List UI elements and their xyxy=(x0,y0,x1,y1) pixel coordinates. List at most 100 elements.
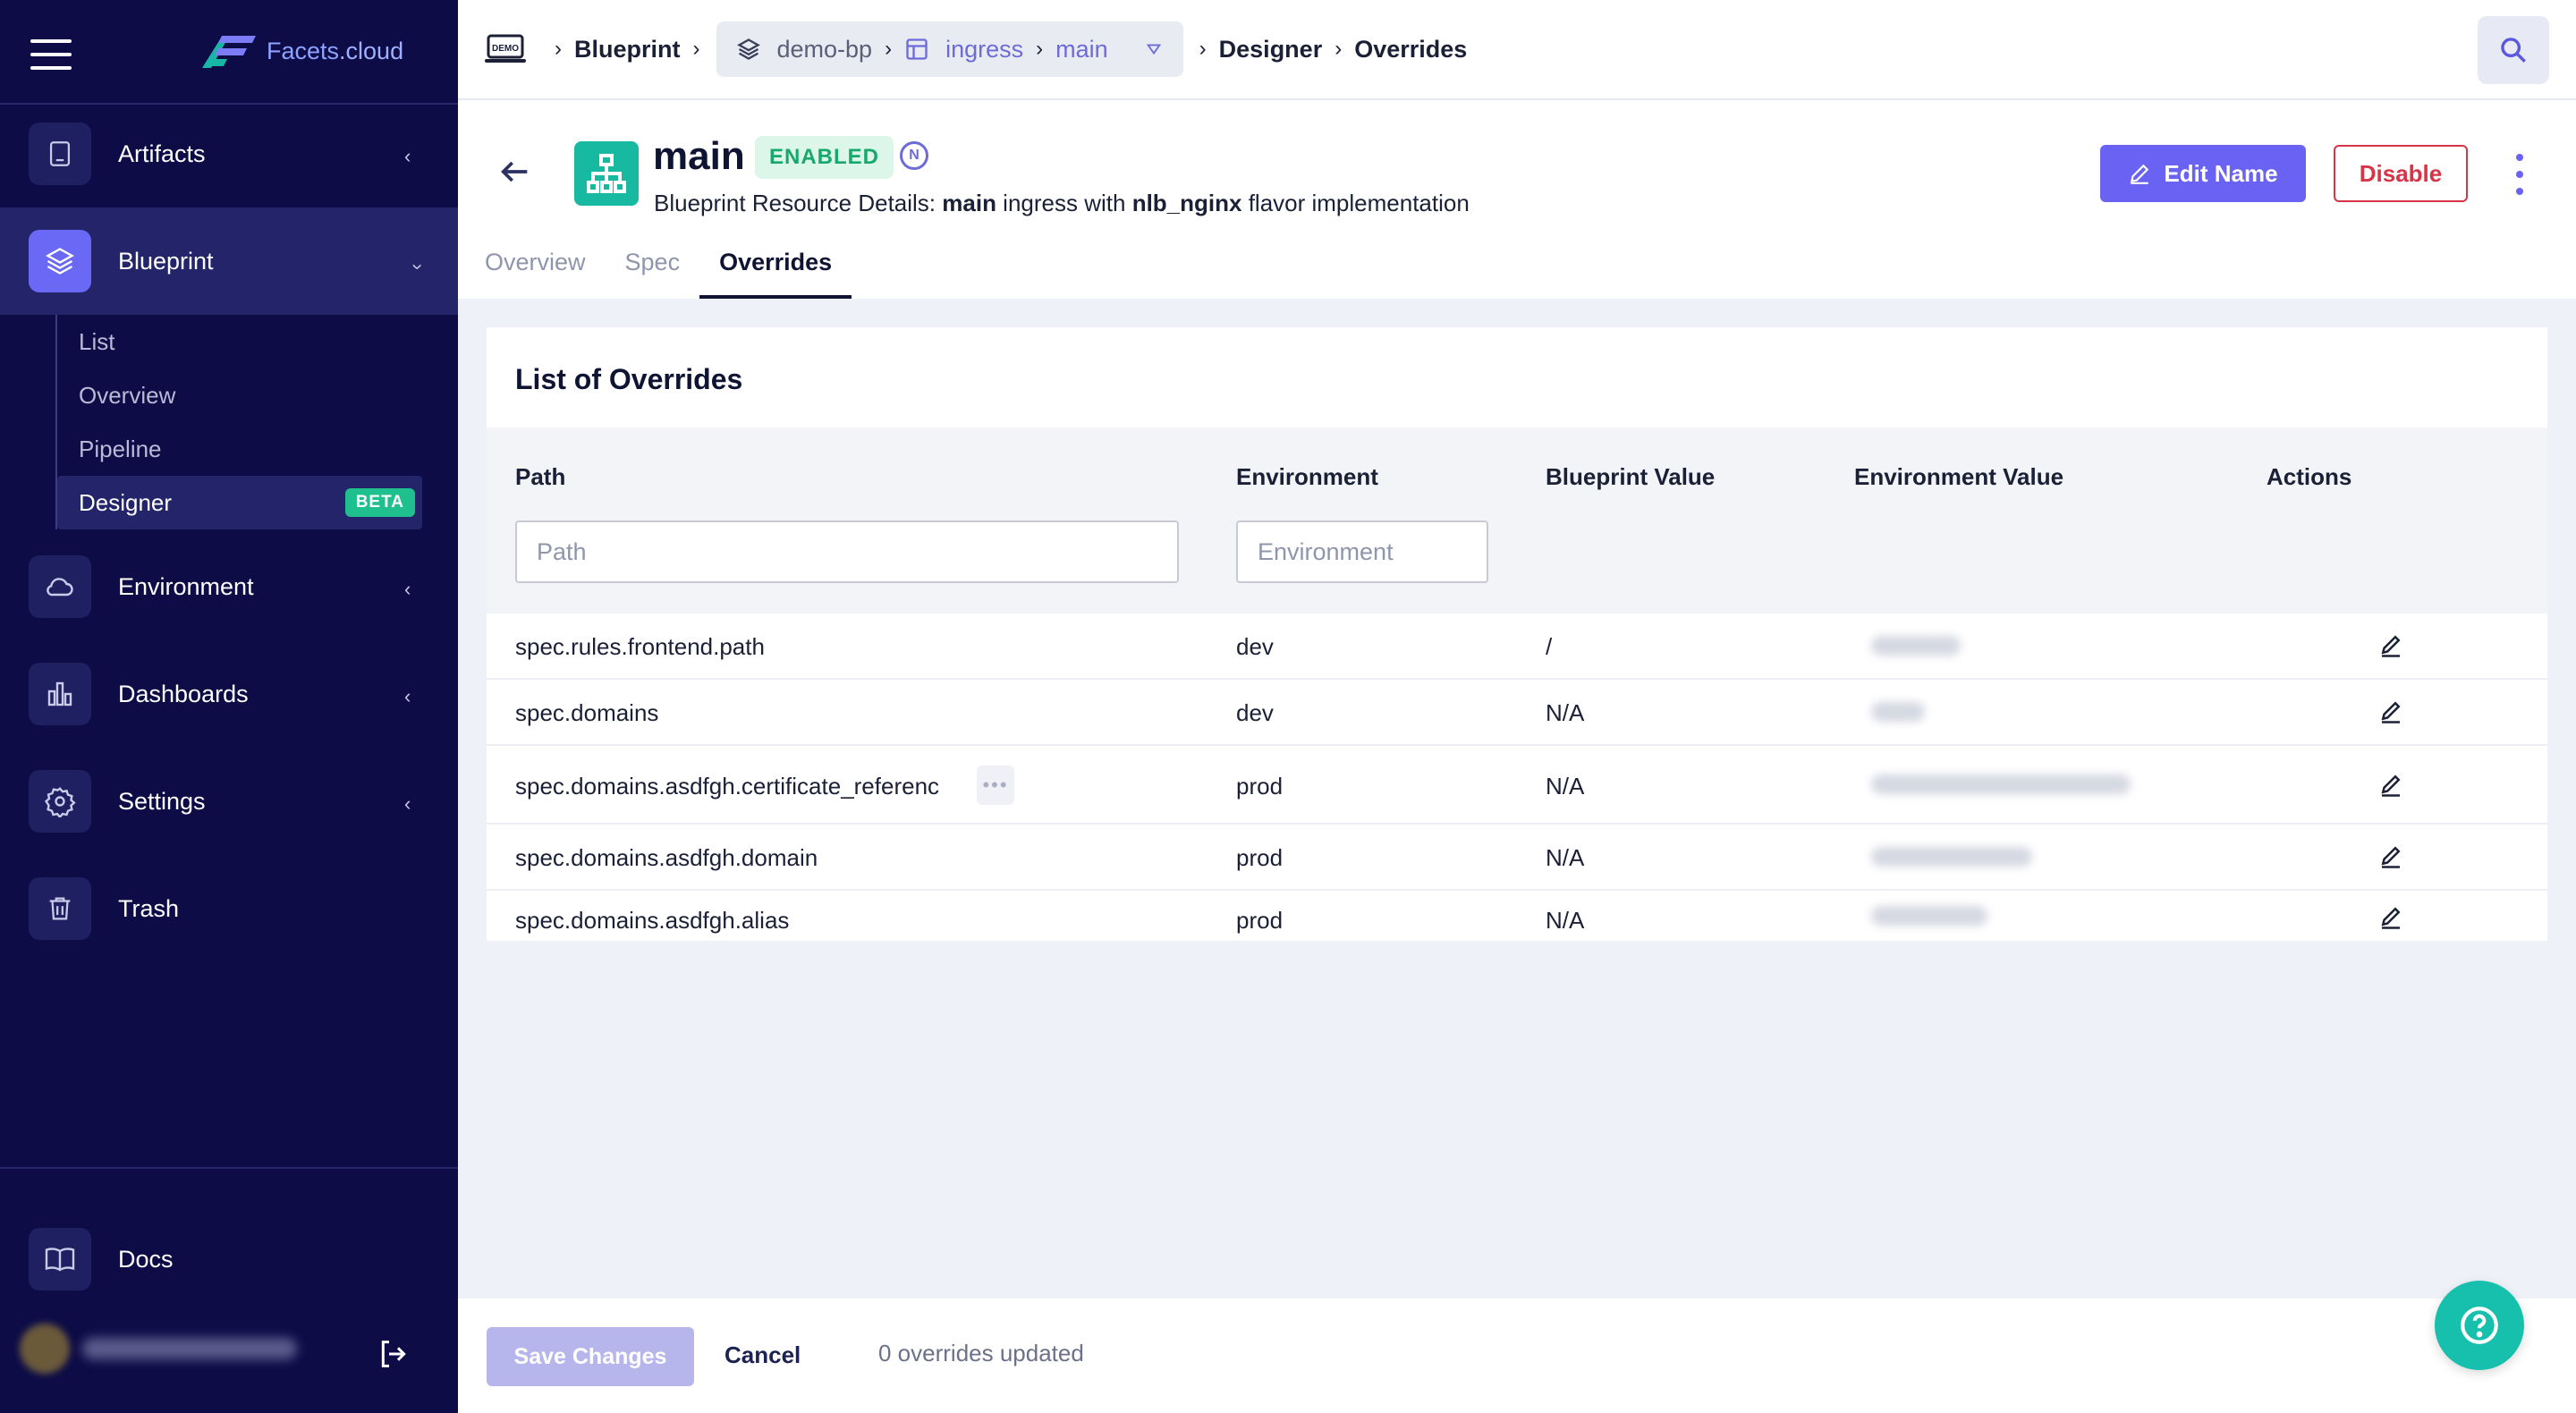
table-row: spec.domains dev N/A xyxy=(487,680,2547,746)
cell-path: spec.domains.asdfgh.alias xyxy=(515,907,790,934)
cell-environment: prod xyxy=(1236,844,1284,871)
card-title: List of Overrides xyxy=(515,363,743,395)
sidebar-item-label: Trash xyxy=(118,894,180,922)
environment-filter-input[interactable] xyxy=(1236,520,1488,583)
cell-environment-value-redacted xyxy=(1810,891,2143,941)
breadcrumb: DEMO › Blueprint › demo-bp › ingress › m… xyxy=(485,21,1468,77)
chevron-right-icon: › xyxy=(885,37,893,61)
avatar xyxy=(20,1324,70,1374)
subnav-item-designer[interactable]: Designer BETA xyxy=(57,476,422,529)
logout-icon[interactable] xyxy=(376,1336,411,1372)
search-icon xyxy=(2501,38,2526,63)
breadcrumb-blueprint[interactable]: Blueprint xyxy=(574,36,681,63)
save-changes-button[interactable]: Save Changes xyxy=(487,1327,694,1386)
tab-overrides[interactable]: Overrides xyxy=(699,243,852,299)
sidebar-item-label: Docs xyxy=(118,1245,174,1273)
edit-name-button[interactable]: Edit Name xyxy=(2100,145,2306,202)
sidebar-header: Facets.cloud xyxy=(0,0,458,105)
cancel-button[interactable]: Cancel xyxy=(724,1341,801,1369)
user-profile[interactable] xyxy=(20,1324,297,1374)
cloud-icon xyxy=(29,555,91,618)
cell-path: spec.rules.frontend.path xyxy=(515,633,765,660)
subnav-item-list[interactable]: List xyxy=(57,315,422,368)
trash-icon xyxy=(29,877,91,940)
menu-icon[interactable] xyxy=(30,39,72,70)
chevron-left-icon: ‹ xyxy=(404,792,411,815)
edit-icon[interactable] xyxy=(2377,698,2404,724)
edit-icon[interactable] xyxy=(2377,771,2404,798)
cell-blueprint-value: N/A xyxy=(1546,907,1585,934)
tab-spec[interactable]: Spec xyxy=(606,243,700,299)
disable-button[interactable]: Disable xyxy=(2334,145,2468,202)
cell-environment: prod xyxy=(1236,907,1284,934)
more-options-icon[interactable] xyxy=(2506,154,2533,195)
sidebar-item-artifacts[interactable]: Artifacts ‹ xyxy=(0,100,458,207)
edit-icon[interactable] xyxy=(2377,842,2404,869)
cell-environment-value-redacted xyxy=(1810,746,2143,823)
svg-text:DEMO: DEMO xyxy=(492,44,519,54)
table-row: spec.domains.asdfgh.certificate_referenc… xyxy=(487,746,2547,825)
page-title: main xyxy=(653,134,745,178)
facets-logo[interactable]: Facets.cloud xyxy=(200,32,403,70)
resource-header: main ENABLED N Blueprint Resource Detail… xyxy=(458,100,2576,299)
user-name-redacted xyxy=(82,1338,297,1359)
cell-blueprint-value: N/A xyxy=(1546,773,1585,800)
pencil-icon xyxy=(2131,164,2149,184)
table-layout-icon xyxy=(906,38,928,60)
sidebar-item-docs[interactable]: Docs xyxy=(0,1206,458,1313)
breadcrumb-resource-type[interactable]: ingress xyxy=(945,36,1023,63)
blueprint-subnav: List Overview Pipeline Designer BETA xyxy=(55,315,422,529)
breadcrumb-project-box[interactable]: demo-bp › ingress › main xyxy=(716,21,1183,77)
edit-icon[interactable] xyxy=(2377,631,2404,658)
sidebar-item-trash[interactable]: Trash xyxy=(0,855,458,962)
sidebar-item-label: Dashboards xyxy=(118,680,249,707)
sidebar-item-blueprint[interactable]: Blueprint ‹ xyxy=(0,207,458,315)
top-bar: DEMO › Blueprint › demo-bp › ingress › m… xyxy=(458,0,2576,100)
chevron-right-icon: › xyxy=(1199,37,1207,61)
breadcrumb-project: demo-bp xyxy=(776,35,873,63)
dropdown-triangle-icon[interactable] xyxy=(1144,39,1164,59)
tablet-icon xyxy=(29,123,91,185)
layers-icon xyxy=(29,230,91,292)
chevron-right-icon: › xyxy=(1036,37,1044,61)
table-row: spec.domains.asdfgh.alias prod N/A xyxy=(487,891,2547,941)
table-header: Path Environment Blueprint Value Environ… xyxy=(487,427,2547,613)
column-header-environment: Environment xyxy=(1236,463,1378,490)
breadcrumb-resource-name[interactable]: main xyxy=(1055,36,1108,63)
path-filter-input[interactable] xyxy=(515,520,1179,583)
demo-laptop-icon[interactable]: DEMO xyxy=(485,34,526,64)
facets-logo-icon xyxy=(202,36,256,68)
beta-badge: BETA xyxy=(344,488,415,517)
back-arrow-icon[interactable] xyxy=(497,154,533,190)
cell-path: spec.domains.asdfgh.certificate_referenc xyxy=(515,773,940,800)
subnav-item-overview[interactable]: Overview xyxy=(57,368,422,422)
sidebar-item-label: Settings xyxy=(118,787,206,815)
breadcrumb-designer[interactable]: Designer xyxy=(1219,36,1323,63)
sidebar: Facets.cloud Artifacts ‹ Blueprint ‹ Lis… xyxy=(0,0,458,1413)
search-button[interactable] xyxy=(2478,16,2549,84)
sitemap-icon xyxy=(574,141,639,206)
cell-path: spec.domains xyxy=(515,699,659,726)
edit-icon[interactable] xyxy=(2377,903,2404,930)
chevron-left-icon: ‹ xyxy=(404,578,411,600)
ellipsis-icon[interactable]: ••• xyxy=(977,766,1014,805)
help-button[interactable] xyxy=(2435,1281,2524,1370)
sidebar-item-environment[interactable]: Environment ‹ xyxy=(0,533,458,640)
breadcrumb-overrides: Overrides xyxy=(1354,35,1468,63)
column-header-environment-value: Environment Value xyxy=(1854,463,2064,490)
chevron-right-icon: › xyxy=(692,37,700,61)
sidebar-item-settings[interactable]: Settings ‹ xyxy=(0,748,458,855)
column-header-actions: Actions xyxy=(2267,463,2352,490)
sidebar-item-dashboards[interactable]: Dashboards ‹ xyxy=(0,640,458,748)
book-icon xyxy=(29,1228,91,1290)
bar-chart-icon xyxy=(29,663,91,725)
chevron-down-icon: ‹ xyxy=(404,263,427,270)
subnav-item-pipeline[interactable]: Pipeline xyxy=(57,422,422,476)
cell-blueprint-value: N/A xyxy=(1546,699,1585,726)
sidebar-item-label: Blueprint xyxy=(118,247,214,275)
n-badge-icon: N xyxy=(900,141,928,170)
cell-environment-value-redacted xyxy=(1810,613,2143,678)
cell-environment: dev xyxy=(1236,699,1274,726)
tab-overview[interactable]: Overview xyxy=(458,243,606,299)
status-badge: ENABLED xyxy=(755,136,894,179)
